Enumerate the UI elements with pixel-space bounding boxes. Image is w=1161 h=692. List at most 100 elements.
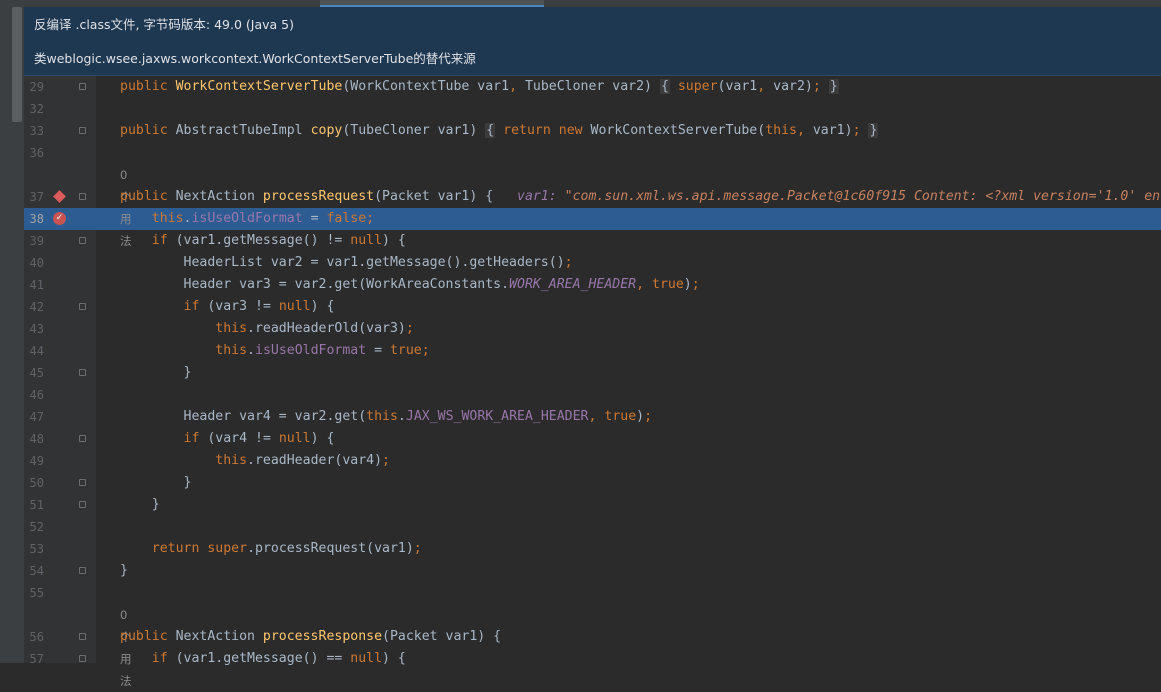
line-number: 36 — [29, 146, 44, 160]
punctuation: ; — [852, 123, 861, 138]
fold-marker-icon[interactable] — [79, 127, 86, 134]
code-text: } — [120, 560, 128, 582]
code-fragment: Header var3 = var2.get(WorkAreaConstants… — [183, 277, 510, 292]
folded-brace[interactable]: { — [659, 79, 670, 94]
code-text: if (var1.getMessage() == null) { — [120, 648, 406, 670]
folded-brace[interactable]: { — [485, 123, 496, 138]
code-text: this.isUseOldFormat = true; — [120, 340, 429, 362]
fold-marker-icon[interactable] — [79, 193, 86, 200]
line-number: 52 — [29, 520, 44, 534]
fold-marker-icon[interactable] — [79, 303, 86, 310]
line-number: 53 — [29, 542, 44, 556]
fold-marker-icon[interactable] — [79, 435, 86, 442]
keyword: if — [151, 651, 168, 666]
keyword: if — [183, 431, 200, 446]
keyword: new — [558, 123, 583, 138]
editor-tab[interactable] — [0, 0, 320, 7]
method-name: copy — [310, 123, 343, 138]
keyword: null — [278, 299, 311, 314]
keyword: false — [326, 211, 367, 226]
code-fragment: (TubeCloner var1) — [342, 123, 486, 138]
line-number: 51 — [29, 498, 44, 512]
keyword: this — [366, 409, 398, 424]
code-editor[interactable]: public WorkContextServerTube(WorkContext… — [96, 76, 1161, 688]
static-field-name: WORK_AREA_HEADER — [509, 277, 637, 292]
alternate-source-info[interactable]: 类weblogic.wsee.jaxws.workcontext.WorkCon… — [34, 48, 476, 67]
keyword: public — [120, 189, 168, 204]
code-fragment: } — [151, 497, 160, 512]
fold-marker-icon[interactable] — [79, 237, 86, 244]
code-text: } — [120, 494, 160, 516]
code-fragment — [670, 79, 678, 94]
gutter-line: 39 — [24, 230, 96, 252]
fold-marker-icon[interactable] — [79, 369, 86, 376]
gutter-line: 44 — [24, 340, 96, 362]
line-number: 40 — [29, 256, 44, 270]
code-fragment: . — [247, 343, 255, 358]
keyword: public — [120, 123, 168, 138]
fold-marker-icon[interactable] — [79, 655, 86, 662]
code-fragment: AbstractTubeImpl — [167, 123, 311, 138]
fold-marker-icon[interactable] — [79, 567, 86, 574]
editor-tab[interactable] — [544, 0, 1161, 7]
line-number: 55 — [29, 586, 44, 600]
gutter-line: 50 — [24, 472, 96, 494]
keyword: if — [183, 299, 200, 314]
punctuation: ; — [644, 409, 653, 424]
punctuation: ; — [405, 321, 414, 336]
line-number: 41 — [29, 278, 44, 292]
code-text: Header var3 = var2.get(WorkAreaConstants… — [120, 274, 700, 296]
folded-brace[interactable]: } — [868, 123, 879, 138]
fold-marker-icon[interactable] — [79, 83, 86, 90]
editor-tab-strip — [0, 0, 1161, 7]
gutter-line: 38 ✓ — [24, 208, 96, 230]
punctuation: , — [757, 79, 766, 94]
code-fragment: ) { — [382, 233, 406, 248]
scrollbar-thumb[interactable] — [12, 7, 22, 122]
code-fragment: (var1.getMessage() == — [167, 651, 351, 666]
gutter-line: 56 — [24, 626, 96, 648]
line-number: 56 — [29, 630, 44, 644]
field-name: isUseOldFormat — [255, 343, 367, 358]
line-number: 39 — [29, 234, 44, 248]
punctuation: , — [509, 79, 518, 94]
fold-marker-icon[interactable] — [79, 633, 86, 640]
keyword: public — [120, 79, 168, 94]
gutter-line: 49 — [24, 450, 96, 472]
code-text: public NextAction processResponse(Packet… — [120, 626, 501, 648]
code-fragment: } — [120, 563, 128, 578]
code-text: public NextAction processRequest(Packet … — [120, 186, 1160, 208]
code-fragment: NextAction — [167, 189, 263, 204]
code-fragment: = — [366, 343, 390, 358]
line-number: 32 — [29, 102, 44, 116]
line-number: 43 — [29, 322, 44, 336]
line-number: 45 — [29, 366, 44, 380]
fold-marker-icon[interactable] — [79, 501, 86, 508]
punctuation: ; — [413, 541, 422, 556]
code-fragment: ) — [636, 409, 645, 424]
keyword: return — [503, 123, 551, 138]
code-fragment: (var1.getMessage() != — [167, 233, 351, 248]
code-fragment: (Packet var1) { — [382, 629, 502, 644]
punctuation: ; — [564, 255, 573, 270]
breakpoint-hit-icon[interactable]: ✓ — [53, 212, 66, 225]
code-text: public AbstractTubeImpl copy(TubeCloner … — [120, 120, 879, 142]
line-number: 49 — [29, 454, 44, 468]
editor-tab-active[interactable] — [320, 0, 544, 7]
keyword: this — [765, 123, 797, 138]
gutter-line: 53 — [24, 538, 96, 560]
folded-brace[interactable]: } — [828, 79, 839, 94]
gutter-line: 33 — [24, 120, 96, 142]
code-text: this.isUseOldFormat = false; — [120, 208, 374, 230]
editor-gutter[interactable]: 29 32 33 36 37 38 ✓ 39 40 41 42 43 44 45 … — [24, 76, 96, 666]
code-text: this.readHeaderOld(var3); — [120, 318, 414, 340]
inline-debug-var[interactable]: var1: — [517, 189, 565, 204]
fold-marker-icon[interactable] — [79, 479, 86, 486]
keyword: true — [652, 277, 684, 292]
code-fragment: (var1 — [717, 79, 758, 94]
code-fragment: NextAction — [167, 629, 263, 644]
keyword: public — [120, 629, 168, 644]
breakpoint-icon[interactable] — [53, 190, 66, 203]
decompiler-banner: 反编译 .class文件, 字节码版本: 49.0 (Java 5) 类webl… — [24, 7, 1161, 76]
inline-debug-value[interactable]: "com.sun.xml.ws.api.message.Packet@1c60f… — [565, 189, 1160, 204]
